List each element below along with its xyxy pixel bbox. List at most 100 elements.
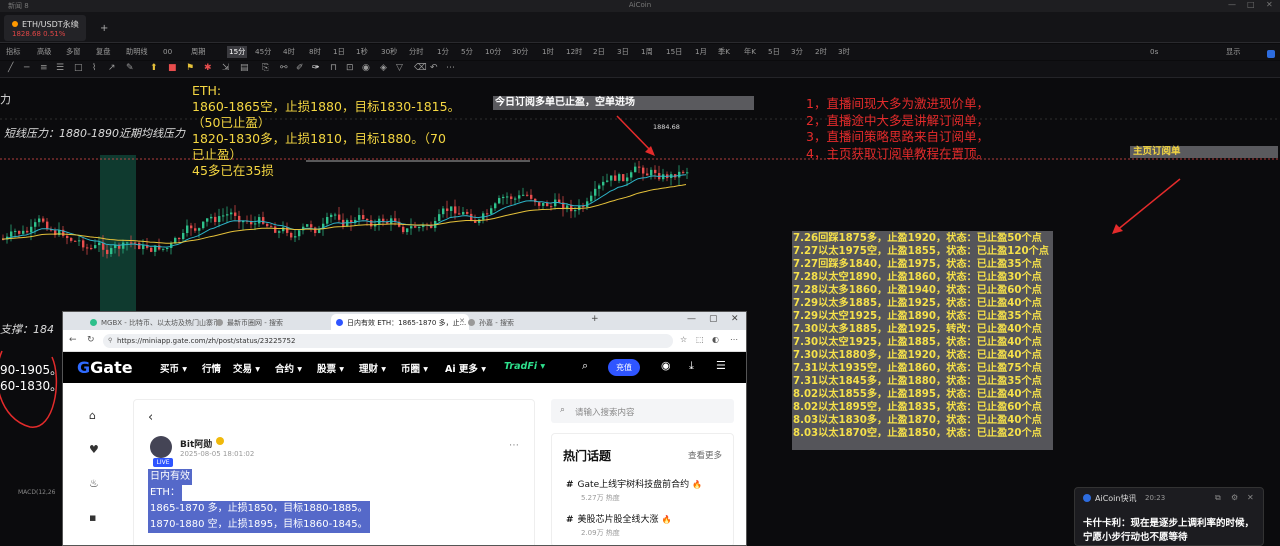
more-icon[interactable]: ⋯ xyxy=(446,63,455,73)
close-window-icon[interactable]: ✕ xyxy=(1266,0,1273,9)
delete-icon[interactable]: ⌫ xyxy=(414,63,427,73)
open-icon[interactable]: ⧉ xyxy=(1215,493,1221,503)
interval-16[interactable]: 3日 xyxy=(617,47,629,57)
tab-eth-usdt[interactable]: ETH/USDT永续 1828.68 0.51% × xyxy=(4,15,86,41)
big-tool-icon[interactable]: ■ xyxy=(168,63,177,73)
interval-21[interactable]: 年K xyxy=(744,47,756,57)
ai-side-icon[interactable] xyxy=(1267,50,1275,58)
line-tool-icon[interactable]: ╱ xyxy=(8,63,13,73)
flag-tool-icon[interactable]: ⚑ xyxy=(186,63,194,73)
hline-tool-icon[interactable]: ─ xyxy=(24,63,29,73)
avatar-icon[interactable]: ◉ xyxy=(661,359,671,372)
reload-icon[interactable]: ↻ xyxy=(87,335,95,345)
search-box[interactable]: ⌕ 请输入搜索内容 xyxy=(551,399,734,423)
minimize-icon[interactable]: — xyxy=(1228,0,1236,9)
edit-icon[interactable]: ✐ xyxy=(296,63,304,73)
download-icon[interactable]: ⤓ xyxy=(689,359,694,373)
interval-2[interactable]: 45分 xyxy=(255,47,271,57)
nav-futures[interactable]: 合约 ▾ xyxy=(275,361,302,375)
maximize-icon[interactable]: □ xyxy=(1247,0,1255,9)
hot-topics-more[interactable]: 查看更多 xyxy=(688,449,722,461)
browser-maximize-icon[interactable]: ▢ xyxy=(709,314,718,324)
toolbar-replay[interactable]: 复盘 xyxy=(96,47,110,57)
browser-menu-icon[interactable]: ⋯ xyxy=(730,335,738,344)
home-icon[interactable]: ⌂ xyxy=(89,409,96,422)
interval-15[interactable]: 2日 xyxy=(593,47,605,57)
toolbar-misc[interactable]: 00 xyxy=(163,47,172,56)
path-tool-icon[interactable]: ⌇ xyxy=(92,63,96,73)
interval-17[interactable]: 1周 xyxy=(641,47,653,57)
interval-18[interactable]: 15日 xyxy=(666,47,682,57)
tab-close-icon[interactable]: × xyxy=(73,21,80,30)
fib-tool-icon[interactable]: ☰ xyxy=(56,63,64,73)
profile-icon[interactable]: ◐ xyxy=(712,335,719,344)
browser-window[interactable]: MGBX - 比特币、以太坊及热门山寨币 最新币圈网 - 搜索 日内有效 ETH… xyxy=(62,311,747,546)
interval-9[interactable]: 1分 xyxy=(437,47,449,57)
interval-10[interactable]: 5分 xyxy=(461,47,473,57)
rect-tool-icon[interactable]: □ xyxy=(74,63,83,73)
interval-8[interactable]: 分时 xyxy=(409,47,423,57)
nav-more[interactable]: Ai 更多 ▾ xyxy=(445,361,486,375)
favorite-icon[interactable]: ☆ xyxy=(680,335,687,344)
gate-logo[interactable]: GGate xyxy=(77,358,133,377)
browser-close-icon[interactable]: ✕ xyxy=(731,314,739,324)
post-more-icon[interactable]: ⋯ xyxy=(509,440,519,451)
toolbar-advanced[interactable]: 高级 xyxy=(37,47,51,57)
copy-icon[interactable]: ⎘ xyxy=(262,63,269,73)
browser-tab-mgbx[interactable]: MGBX - 比特币、以太坊及热门山寨币 xyxy=(85,314,217,330)
toolbar-seconds[interactable]: 0s xyxy=(1150,47,1158,56)
interval-0[interactable]: 周期 xyxy=(191,47,205,57)
settings-icon[interactable]: ⚙ xyxy=(1231,493,1238,502)
hot-icon[interactable]: ♨ xyxy=(89,477,99,490)
interval-25[interactable]: 3时 xyxy=(838,47,850,57)
channel-tool-icon[interactable]: ≡ xyxy=(40,63,48,73)
eye-icon[interactable]: ◉ xyxy=(362,63,370,73)
bookmark-icon[interactable]: ▪ xyxy=(89,511,96,524)
nav-tradfi[interactable]: TradFi ▾ xyxy=(504,361,545,372)
author-avatar[interactable] xyxy=(150,436,172,458)
news-label[interactable]: 新闻 8 xyxy=(8,1,29,11)
interval-13[interactable]: 1时 xyxy=(542,47,554,57)
browser-tab-search1[interactable]: 最新币圈网 - 搜索 xyxy=(211,314,327,330)
filter-icon[interactable]: ▽ xyxy=(396,63,403,73)
search-icon[interactable]: ⌕ xyxy=(582,359,588,373)
toolbar-indicator[interactable]: 指标 xyxy=(6,47,20,57)
up-tool-icon[interactable]: ⬆ xyxy=(150,63,158,73)
interval-5[interactable]: 1日 xyxy=(333,47,345,57)
link-icon[interactable]: ⚯ xyxy=(280,63,288,73)
interval-4[interactable]: 8时 xyxy=(309,47,321,57)
interval-3[interactable]: 4时 xyxy=(283,47,295,57)
brush-icon[interactable]: ✑ xyxy=(312,63,320,73)
interval-11[interactable]: 10分 xyxy=(485,47,501,57)
interval-24[interactable]: 2时 xyxy=(815,47,827,57)
arrow-tool-icon[interactable]: ↗ xyxy=(108,63,116,73)
browser-tab-search2[interactable]: 孙嘉 - 搜索 xyxy=(463,314,583,330)
author-name[interactable]: Bit阿勋 xyxy=(180,437,212,450)
interval-12[interactable]: 30分 xyxy=(512,47,528,57)
magnet-icon[interactable]: ⊓ xyxy=(330,63,337,73)
browser-minimize-icon[interactable]: — xyxy=(687,314,696,324)
pen-tool-icon[interactable]: ✎ xyxy=(126,63,134,73)
deposit-button[interactable]: 充值 xyxy=(608,359,640,376)
hot-topic-item[interactable]: # Gate上线宇树科技盘前合约 🔥 xyxy=(566,477,702,490)
toolbar-helper[interactable]: 助明线 xyxy=(126,47,148,57)
extension-icon[interactable]: ⬚ xyxy=(696,335,704,344)
menu-icon[interactable]: ☰ xyxy=(716,359,726,372)
nav-square[interactable]: 币圈 ▾ xyxy=(401,361,428,375)
interval-23[interactable]: 3分 xyxy=(791,47,803,57)
nav-earn[interactable]: 理财 ▾ xyxy=(359,361,386,375)
hot-topic-item[interactable]: # 美股芯片股全线大涨 🔥 xyxy=(566,512,672,525)
interval-19[interactable]: 1月 xyxy=(695,47,707,57)
url-field[interactable]: ⚲ https://miniapp.gate.com/zh/post/statu… xyxy=(103,334,673,348)
news-notification[interactable]: AiCoin快讯 20:23 ⧉ ⚙ ✕ 卡什卡利：现在是逐步上调利率的时候， … xyxy=(1074,487,1264,546)
layers-icon[interactable]: ◈ xyxy=(380,63,387,73)
interval-7[interactable]: 30秒 xyxy=(381,47,397,57)
marker-tool-icon[interactable]: ✱ xyxy=(204,63,212,73)
nav-markets[interactable]: 行情 xyxy=(202,361,221,375)
nav-trade[interactable]: 交易 ▾ xyxy=(233,361,260,375)
close-icon[interactable]: ✕ xyxy=(1247,493,1254,502)
interval-1[interactable]: 15分 xyxy=(227,46,248,58)
toolbar-display[interactable]: 显示 xyxy=(1226,47,1240,57)
interval-20[interactable]: 季K xyxy=(718,47,730,57)
back-arrow-icon[interactable]: ‹ xyxy=(148,410,153,425)
